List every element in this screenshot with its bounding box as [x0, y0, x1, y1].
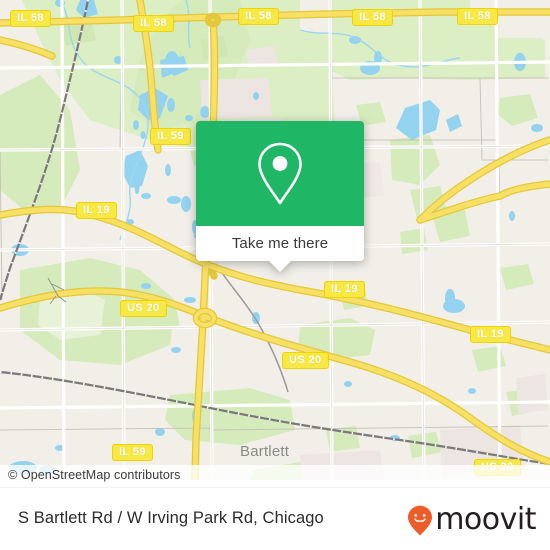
attribution-text: © OpenStreetMap contributors	[8, 468, 181, 482]
road-shield: IL 58	[238, 8, 279, 25]
road-shield: IL 58	[133, 15, 174, 32]
map-attribution: © OpenStreetMap contributors	[0, 465, 550, 487]
road-shield: US 20	[282, 352, 329, 369]
take-me-there-button[interactable]: Take me there	[196, 226, 364, 272]
road-shield: US 20	[120, 300, 167, 317]
road-shield: IL 19	[324, 281, 365, 298]
callout-card-header	[196, 121, 364, 226]
road-shield: IL 59	[150, 128, 191, 145]
road-shield: IL 19	[470, 326, 511, 343]
map-pin-icon	[258, 142, 302, 204]
road-shield: IL 58	[457, 8, 498, 25]
moovit-logo[interactable]: moovit	[407, 504, 536, 536]
location-title: S Bartlett Rd / W Irving Park Rd, Chicag…	[18, 509, 324, 527]
callout-pointer	[269, 261, 291, 272]
place-label: Bartlett	[240, 443, 290, 460]
take-me-there-label: Take me there	[231, 235, 329, 252]
road-shield: IL 59	[112, 444, 153, 461]
road-shield: IL 19	[76, 202, 117, 219]
destination-callout-card[interactable]: Take me there	[196, 121, 364, 272]
map-screenshot: IL 58 IL 58 IL 58 IL 58 IL 58 IL 59 IL 19 US 20…	[0, 0, 550, 550]
moovit-wordmark: moovit	[435, 502, 536, 537]
footer-bar: S Bartlett Rd / W Irving Park Rd, Chicag…	[0, 487, 550, 550]
road-shield: IL 58	[10, 10, 51, 27]
road-shield: IL 58	[352, 9, 393, 26]
moovit-smiley-pin-icon	[407, 505, 433, 536]
